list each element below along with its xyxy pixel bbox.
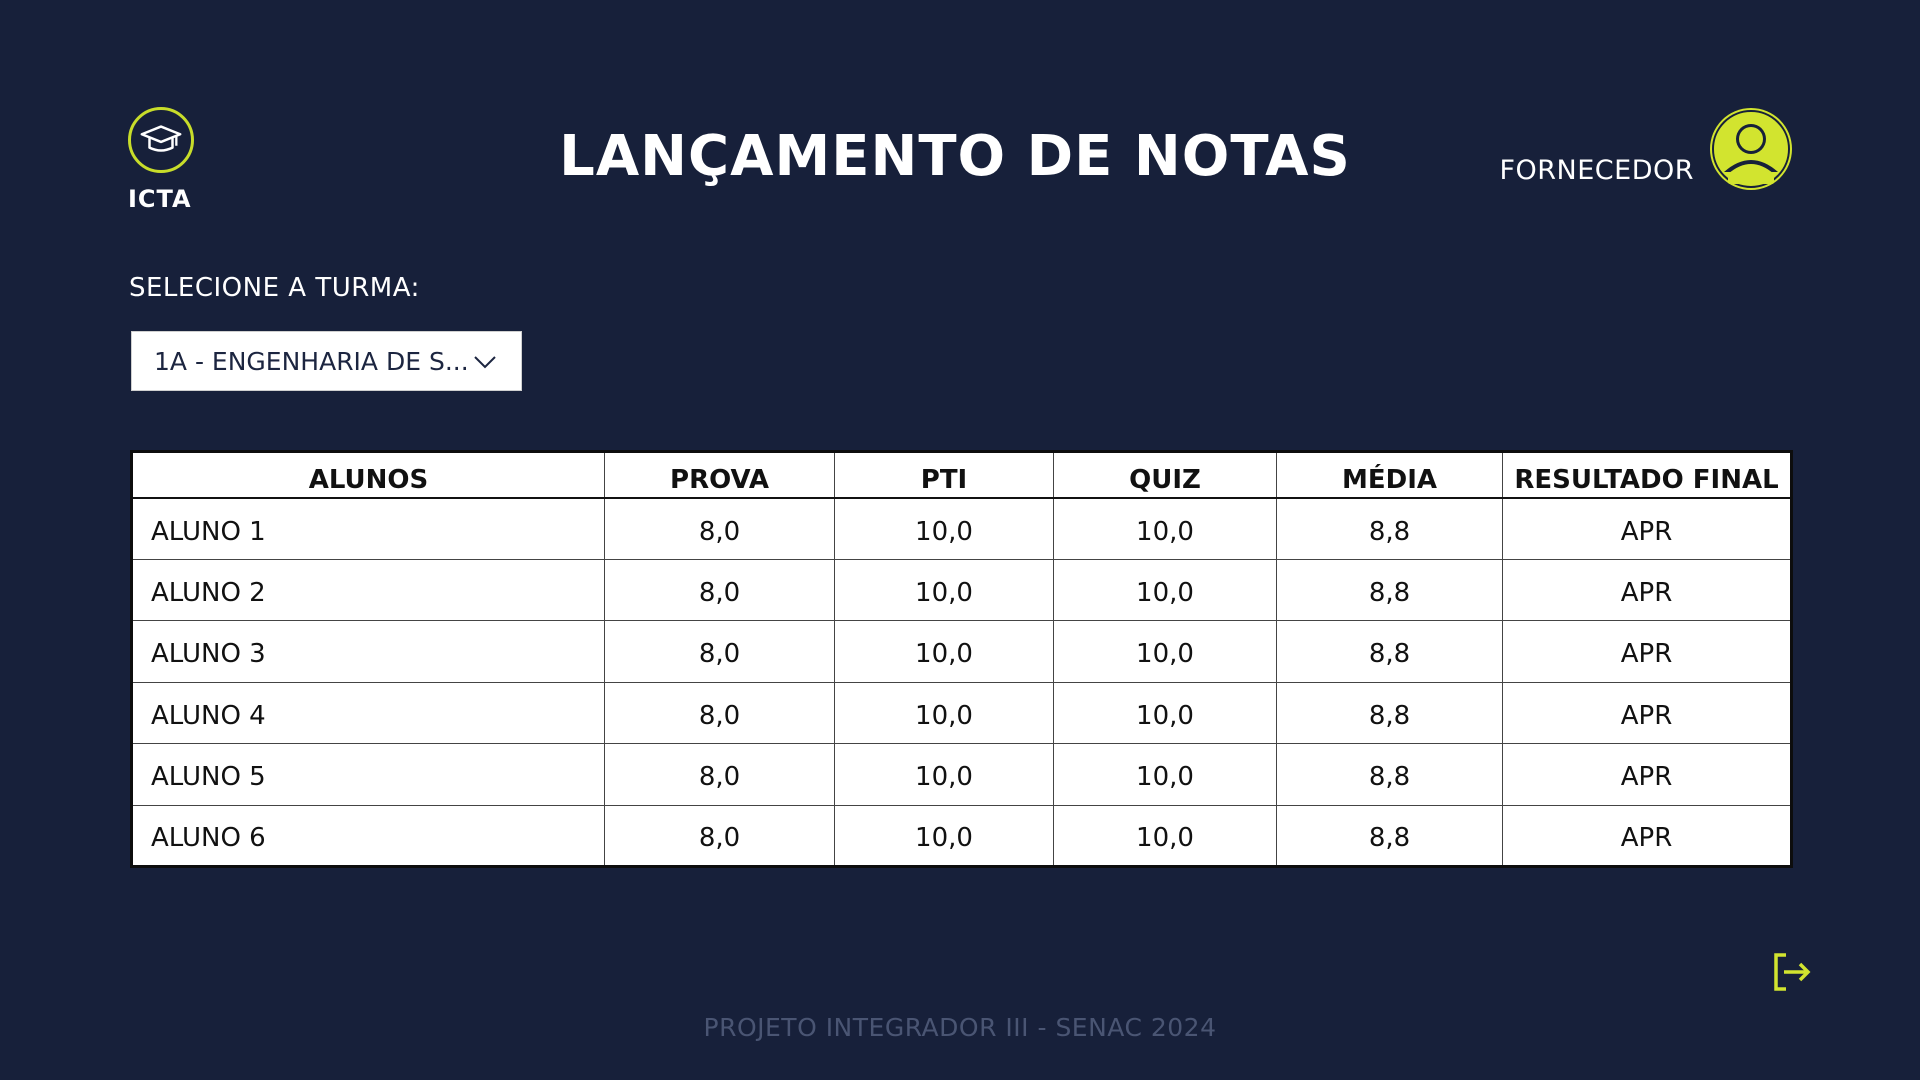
resultado-cell: APR bbox=[1620, 823, 1673, 854]
quiz-cell[interactable]: 10,0 bbox=[1053, 620, 1277, 683]
student-name-cell: ALUNO 5 bbox=[131, 743, 605, 806]
student-name-cell: ALUNO 6 bbox=[131, 805, 605, 867]
media-cell: 8,8 bbox=[1276, 497, 1503, 560]
logo-text: ICTA bbox=[128, 185, 192, 213]
table-row: ALUNO 5 8,0 10,0 10,0 8,8 APR bbox=[131, 743, 1792, 806]
student-name-cell: ALUNO 3 bbox=[131, 620, 605, 683]
column-header-pti: PTI bbox=[834, 451, 1054, 499]
resultado-cell: APR bbox=[1502, 559, 1792, 621]
resultado-cell: APR bbox=[1502, 682, 1792, 744]
pti-cell[interactable]: 10,0 bbox=[834, 682, 1054, 744]
resultado-cell: APR bbox=[1502, 743, 1792, 806]
table-row: ALUNO 2 8,0 10,0 10,0 8,8 APR bbox=[131, 559, 1792, 621]
media-cell: 8,8 bbox=[1276, 559, 1503, 621]
column-header-media: MÉDIA bbox=[1276, 451, 1503, 499]
column-header-resultado: RESULTADO FINAL bbox=[1502, 451, 1792, 499]
prova-cell[interactable]: 8,0 bbox=[604, 497, 835, 560]
media-cell: 8,8 bbox=[1276, 682, 1503, 744]
student-name-cell: ALUNO 1 bbox=[131, 497, 605, 560]
prova-cell[interactable]: 8,0 bbox=[604, 559, 835, 621]
chevron-down-icon bbox=[474, 356, 496, 369]
resultado-cell: APR bbox=[1502, 497, 1792, 560]
turma-select-label: SELECIONE A TURMA: bbox=[129, 273, 420, 303]
quiz-cell[interactable]: 10,0 bbox=[1053, 682, 1277, 744]
footer-text: PROJETO INTEGRADOR III - SENAC 2024 bbox=[703, 1013, 1217, 1042]
quiz-cell[interactable]: 10,0 bbox=[1053, 743, 1277, 806]
media-cell: 8,8 bbox=[1276, 620, 1503, 683]
table-row: ALUNO 6 8,0 10,0 10,0 8,8 APR bbox=[131, 805, 1792, 867]
pti-cell[interactable]: 10,0 bbox=[834, 559, 1054, 621]
prova-cell[interactable]: 8,0 bbox=[604, 805, 835, 867]
column-header-prova: PROVA bbox=[604, 451, 835, 499]
user-role-label: FORNECEDOR bbox=[1499, 155, 1694, 186]
quiz-cell[interactable]: 10,0 bbox=[1053, 497, 1277, 560]
user-icon[interactable] bbox=[1710, 108, 1792, 190]
table-row: ALUNO 3 8,0 10,0 10,0 8,8 APR bbox=[131, 620, 1792, 683]
grades-table: ALUNOS PROVA PTI QUIZ MÉDIA RESULTADO FI… bbox=[130, 450, 1793, 868]
logout-icon[interactable] bbox=[1770, 949, 1816, 995]
quiz-cell[interactable]: 10,0 bbox=[1053, 805, 1277, 867]
prova-cell[interactable]: 8,0 bbox=[604, 743, 835, 806]
quiz-cell[interactable]: 10,0 bbox=[1053, 559, 1277, 621]
pti-cell[interactable]: 10,0 bbox=[834, 805, 1054, 867]
table-row: ALUNO 4 8,0 10,0 10,0 8,8 APR bbox=[131, 682, 1792, 744]
page: ICTA LANÇAMENTO DE NOTAS FORNECEDOR SELE… bbox=[0, 0, 1920, 1080]
media-cell: 8,8 bbox=[1276, 805, 1503, 867]
turma-select[interactable]: 1A - ENGENHARIA DE S... bbox=[131, 331, 522, 391]
table-header-row: ALUNOS PROVA PTI QUIZ MÉDIA RESULTADO FI… bbox=[131, 451, 1792, 499]
pti-cell[interactable]: 10,0 bbox=[834, 497, 1054, 560]
prova-cell[interactable]: 8,0 bbox=[604, 620, 835, 683]
resultado-cell: APR bbox=[1502, 620, 1792, 683]
prova-cell[interactable]: 8,0 bbox=[604, 682, 835, 744]
student-name-cell: ALUNO 4 bbox=[131, 682, 605, 744]
pti-cell[interactable]: 10,0 bbox=[834, 743, 1054, 806]
table-row: ALUNO 1 8,0 10,0 10,0 8,8 APR bbox=[131, 497, 1792, 560]
student-name-cell: ALUNO 2 bbox=[131, 559, 605, 621]
column-header-alunos: ALUNOS bbox=[131, 451, 605, 499]
media-cell: 8,8 bbox=[1276, 743, 1503, 806]
column-header-quiz: QUIZ bbox=[1053, 451, 1277, 499]
turma-select-value: 1A - ENGENHARIA DE S... bbox=[154, 346, 469, 376]
pti-cell[interactable]: 10,0 bbox=[834, 620, 1054, 683]
